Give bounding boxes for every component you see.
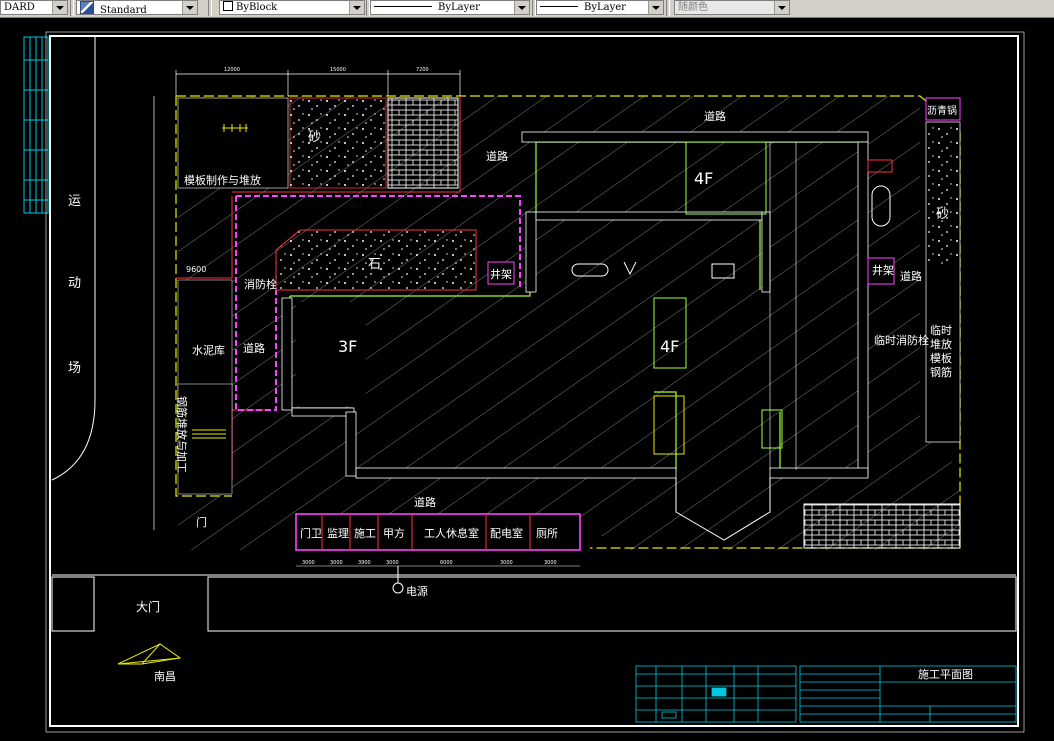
room-workers-rest: 工人休息室 [424,526,479,540]
bottom-dimensions: 3000 3000 3900 3000 6000 3000 3000 [302,560,557,566]
toolbar-separator [70,0,74,16]
cement-label: 水泥库 [192,344,225,357]
chevron-down-icon[interactable] [182,1,197,14]
dim-top-1: 12000 [224,67,240,73]
svg-text:3000: 3000 [544,560,557,566]
lineweight-swatch-icon [540,6,578,7]
plot-style-value: 随颜色 [678,2,708,13]
chevron-down-icon[interactable] [52,1,67,14]
dim-top-3: 7200 [416,67,429,73]
road-label-5: 道路 [414,495,436,509]
left-ruler [23,36,49,214]
steel-yard-label: 钢筋堆放与加工 [175,396,189,473]
plot-style-control[interactable]: 随颜色 [674,0,790,15]
formwork-yard-label: 模板制作与堆放 [184,173,261,187]
north-arrow-icon [117,643,182,665]
text-style-select[interactable]: DARD [0,0,68,15]
chevron-down-icon[interactable] [648,1,663,14]
road-label-1: 道路 [243,341,265,355]
road-label-4: 道路 [900,269,922,283]
svg-text:3000: 3000 [302,560,315,566]
track-label-1: 运 [68,194,81,209]
hoist-label-1: 井架 [490,267,512,281]
main-gate-label: 大门 [136,599,160,614]
sand-area [289,97,387,189]
color-control[interactable]: ByBlock [219,0,365,15]
chevron-down-icon[interactable] [514,1,529,14]
room-power: 配电室 [490,526,523,540]
room-toilet: 厕所 [536,527,558,540]
room-construction: 施工 [354,527,376,540]
sand-right-area [928,124,958,264]
track-label-3: 场 [68,361,81,376]
north-label: 南昌 [154,670,176,683]
toolbar-separator [666,0,670,16]
dim-style-select[interactable]: Standard [76,0,198,15]
chevron-down-icon[interactable] [349,1,364,14]
brick-pile [387,97,459,189]
power-label: 电源 [406,584,428,598]
brick-pile-right [803,503,961,549]
stone-label: 石 [368,257,381,272]
toolbar-separator [208,0,212,16]
hoist-label-2: 井架 [872,263,894,277]
svg-text:3000: 3000 [330,560,343,566]
drawing-canvas[interactable]: 运 动 场 12000 15000 7200 模板制作与堆放 砂 9600 石 … [0,17,1054,741]
power-source-icon [392,582,404,594]
road-label-3: 道路 [486,149,508,163]
fire-hydrant-label-1: 消防栓 [244,277,277,291]
building-4f-top-label: 4F [694,169,713,188]
svg-text:3000: 3000 [386,560,399,566]
room-supervisor: 监理 [327,527,349,540]
building-4f-mid-label: 4F [660,337,679,356]
svg-text:3000: 3000 [500,560,513,566]
dim-left-label: 9600 [186,265,206,274]
title-block [799,665,1017,723]
lineweight-value: ByLayer [584,2,626,13]
text-style-value: DARD [4,2,35,13]
dim-top-2: 15000 [330,67,346,73]
properties-toolbar: DARD Standard ByBlock ByLayer ByLayer 随颜… [0,0,1054,18]
sand-label: 砂 [308,130,321,145]
drawing-title: 施工平面图 [918,668,973,681]
gate-post-left [51,576,95,632]
chevron-down-icon[interactable] [774,1,789,14]
linetype-value: ByLayer [438,2,480,13]
room-gatehouse: 门卫 [300,526,322,540]
color-swatch-icon [223,1,233,11]
street-block [207,576,1017,632]
temp-hydrant-label: 临时消防栓 [874,333,929,347]
top-dimension-line [175,70,461,96]
dim-style-value: Standard [100,5,147,15]
sand-right-label: 砂 [936,207,949,222]
building-3f-label: 3F [338,337,357,356]
linetype-control[interactable]: ByLayer [370,0,530,15]
lineweight-control[interactable]: ByLayer [536,0,664,15]
gate-label: 门 [196,515,207,529]
track-curve [51,36,96,481]
room-owner: 甲方 [383,526,405,540]
color-value: ByBlock [236,2,278,13]
legend-table [635,665,797,723]
track-label-2: 动 [68,276,81,291]
steel-yard-label-group: 钢筋堆放与加工 [175,396,189,473]
linetype-swatch-icon [374,6,432,7]
asphalt-label: 沥青锅 [927,104,957,117]
road-label-2: 道路 [704,109,726,123]
svg-text:6000: 6000 [440,560,453,566]
dimstyle-icon [80,1,94,14]
svg-text:3900: 3900 [358,560,371,566]
